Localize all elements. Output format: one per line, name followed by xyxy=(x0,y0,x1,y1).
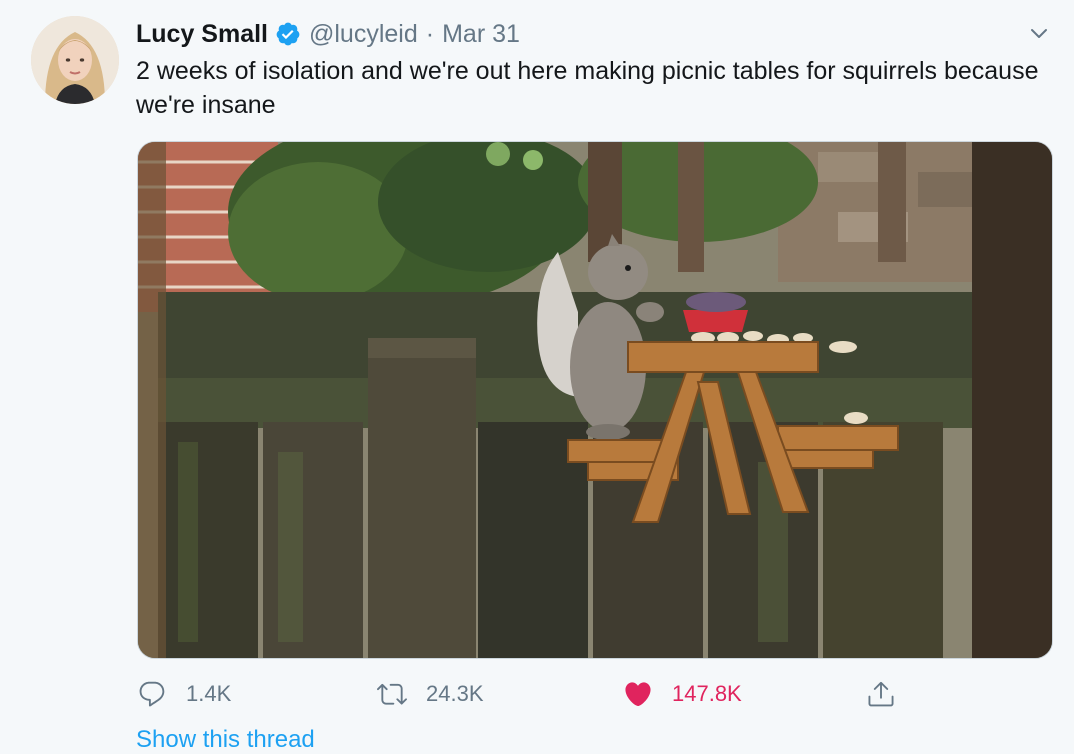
retweet-icon xyxy=(377,683,407,705)
share-icon xyxy=(868,681,894,707)
heart-icon xyxy=(625,682,651,707)
verified-badge-icon xyxy=(275,21,301,47)
share-button[interactable] xyxy=(866,672,896,716)
tweet: Lucy Small @lucyleid · Mar 31 2 weeks of… xyxy=(0,0,1074,753)
tweet-date[interactable]: Mar 31 xyxy=(442,20,520,49)
header-separator: · xyxy=(425,19,435,48)
chevron-down-icon[interactable] xyxy=(1024,18,1054,48)
reply-button[interactable]: 1.4K xyxy=(137,672,231,716)
avatar[interactable] xyxy=(31,16,119,104)
like-button[interactable]: 147.8K xyxy=(623,672,742,716)
like-count: 147.8K xyxy=(672,681,742,706)
retweet-count: 24.3K xyxy=(426,681,484,706)
retweet-button[interactable]: 24.3K xyxy=(377,672,484,716)
reply-count: 1.4K xyxy=(186,681,232,706)
show-thread-link[interactable]: Show this thread xyxy=(136,726,315,754)
tweet-photo[interactable] xyxy=(137,141,1053,659)
reply-icon xyxy=(139,681,165,707)
tweet-text: 2 weeks of isolation and we're out here … xyxy=(136,57,1039,119)
tweet-actions: 1.4K 24.3K 147.8K xyxy=(0,672,1074,716)
tweet-header: Lucy Small @lucyleid · Mar 31 xyxy=(136,16,520,52)
author-handle[interactable]: @lucyleid xyxy=(309,20,418,49)
author-name[interactable]: Lucy Small xyxy=(136,20,268,49)
